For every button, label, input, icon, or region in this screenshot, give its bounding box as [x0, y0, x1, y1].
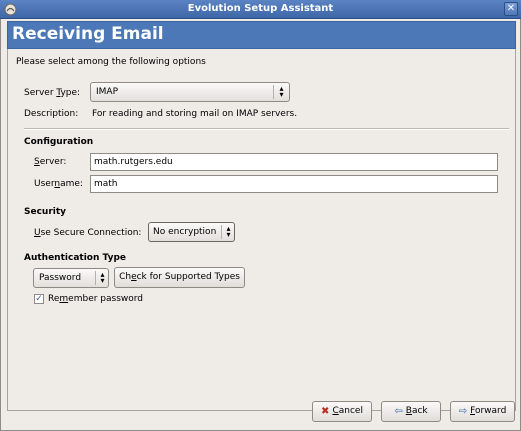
page-title: Receiving Email	[12, 24, 164, 44]
server-type-value: IMAP	[96, 87, 119, 97]
updown-arrows-icon: ▴ ▾	[226, 224, 231, 239]
assistant-window: Receiving Email Please select among the …	[0, 19, 521, 431]
separator	[24, 128, 509, 130]
window-titlebar[interactable]: Evolution Setup Assistant ✕	[0, 0, 521, 19]
updown-arrows-icon: ▴ ▾	[279, 84, 284, 99]
intro-text: Please select among the following option…	[16, 57, 206, 67]
page-header: Receiving Email	[7, 21, 516, 49]
secure-connection-select[interactable]: No encryption ▴ ▾	[148, 222, 235, 242]
server-input[interactable]	[91, 154, 497, 170]
username-label: Username:	[34, 179, 83, 189]
window-title: Evolution Setup Assistant	[187, 3, 334, 14]
security-heading: Security	[24, 207, 67, 217]
username-field[interactable]	[90, 175, 498, 193]
server-label: Server:	[34, 157, 67, 167]
cancel-icon: ✖	[321, 406, 330, 417]
username-input[interactable]	[91, 176, 497, 192]
close-icon[interactable]: ✕	[507, 3, 515, 14]
server-type-select[interactable]: IMAP ▴ ▾	[90, 82, 290, 102]
configuration-heading: Configuration	[24, 137, 94, 147]
auth-type-value: Password	[39, 273, 82, 283]
server-field[interactable]	[90, 153, 498, 171]
secure-connection-value: No encryption	[153, 227, 217, 237]
page-content: Please select among the following option…	[7, 49, 516, 411]
authentication-heading: Authentication Type	[24, 253, 126, 263]
description-label: Description:	[24, 109, 79, 119]
back-button[interactable]: ⇦ Back	[381, 401, 441, 422]
remember-password-label[interactable]: Remember password	[48, 294, 143, 304]
remember-password-checkbox[interactable]: ✓	[34, 294, 44, 304]
checkmark-icon: ✓	[35, 294, 43, 304]
forward-button[interactable]: ⇨ Forward	[450, 401, 515, 422]
close-button[interactable]: ✕	[504, 2, 518, 16]
cancel-button[interactable]: ✖ Cancel	[312, 401, 372, 422]
secure-connection-label: Use Secure Connection:	[34, 228, 142, 238]
auth-type-select[interactable]: Password ▴ ▾	[33, 268, 109, 288]
arrow-right-icon: ⇨	[458, 406, 468, 417]
server-type-label: Server Type:	[24, 88, 81, 98]
updown-arrows-icon: ▴ ▾	[100, 270, 105, 285]
check-supported-types-button[interactable]: Check for Supported Types	[114, 267, 245, 288]
description-text: For reading and storing mail on IMAP ser…	[92, 109, 298, 119]
arrow-left-icon: ⇦	[394, 406, 403, 417]
